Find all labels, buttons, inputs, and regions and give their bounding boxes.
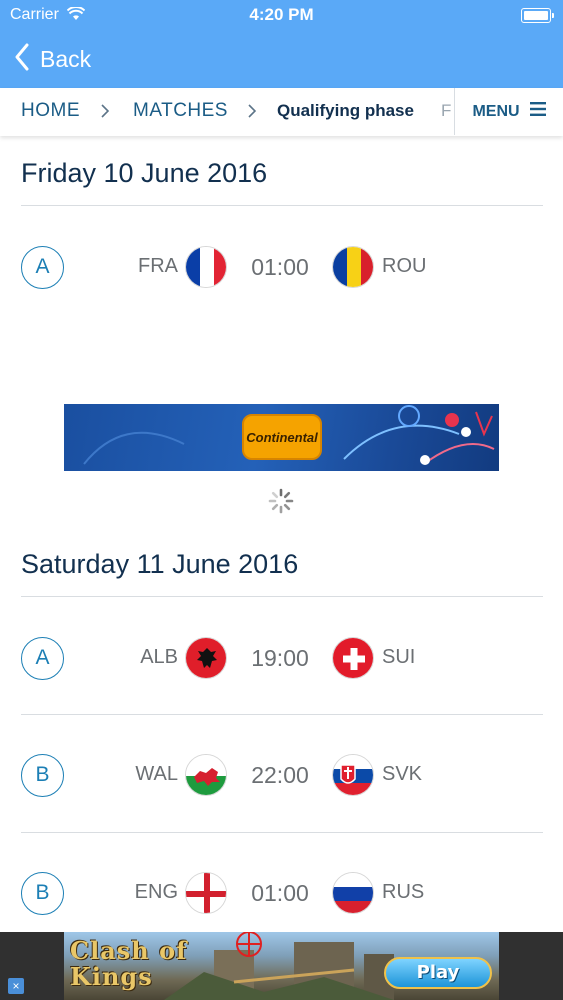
kickoff-time: 19:00	[251, 645, 309, 671]
ad-banner[interactable]: Continental	[64, 404, 499, 471]
slovakia-flag-icon	[332, 754, 374, 796]
away-team: RUS	[382, 881, 425, 903]
hamburger-menu-icon	[529, 102, 546, 121]
wales-flag-icon	[185, 754, 227, 796]
home-team: WAL	[135, 763, 178, 785]
breadcrumb-truncated[interactable]: F	[441, 88, 451, 134]
continental-logo: Continental	[242, 414, 322, 460]
group-badge: A	[21, 637, 64, 680]
loading-spinner-icon	[267, 487, 295, 520]
home-team: ENG	[134, 881, 178, 903]
breadcrumb-matches[interactable]: MATCHES	[133, 88, 228, 134]
chevron-right-icon	[100, 103, 110, 124]
match-row[interactable]: B ENG 01:00 RUS	[0, 864, 563, 924]
back-button[interactable]: Back	[14, 42, 91, 76]
chevron-right-icon	[247, 103, 257, 124]
ad-info-icon[interactable]: ×	[8, 978, 24, 994]
romania-flag-icon	[332, 246, 374, 288]
group-badge: A	[21, 246, 64, 289]
russia-flag-icon	[332, 872, 374, 914]
status-bar: Carrier 4:20 PM	[0, 0, 563, 30]
home-team: ALB	[140, 646, 178, 668]
play-button[interactable]: Play	[384, 957, 492, 989]
away-team: ROU	[382, 255, 427, 277]
france-flag-icon	[185, 246, 227, 288]
match-row[interactable]: B WAL 22:00 SVK	[0, 746, 563, 806]
kickoff-time: 22:00	[251, 762, 309, 788]
divider	[21, 832, 543, 833]
away-team: SVK	[382, 763, 423, 785]
albania-flag-icon	[185, 637, 227, 679]
match-row[interactable]: A ALB 19:00 SUI	[0, 629, 563, 689]
back-label: Back	[40, 45, 92, 72]
group-badge: B	[21, 872, 64, 915]
menu-button[interactable]: MENU	[454, 88, 563, 135]
kickoff-time: 01:00	[251, 254, 309, 280]
divider	[21, 596, 543, 597]
day-heading: Saturday 11 June 2016	[21, 549, 299, 579]
back-chevron-icon	[14, 43, 30, 76]
menu-label: MENU	[472, 102, 520, 120]
match-row[interactable]: A FRA 01:00 ROU	[0, 238, 563, 298]
battery-icon	[521, 8, 554, 23]
kickoff-time: 01:00	[251, 880, 309, 906]
bottom-ad-banner[interactable]: Clash of Kings Play	[0, 932, 563, 1000]
ad-title: Clash of Kings	[70, 936, 188, 991]
breadcrumb-qualifying-phase[interactable]: Qualifying phase	[277, 88, 414, 134]
day-heading: Friday 10 June 2016	[21, 158, 268, 188]
clock: 4:20 PM	[249, 5, 314, 24]
navigation-bar: Back	[0, 30, 563, 88]
home-team: FRA	[138, 255, 178, 277]
breadcrumb-home[interactable]: HOME	[21, 88, 80, 134]
divider	[21, 205, 543, 206]
divider	[21, 714, 543, 715]
group-badge: B	[21, 754, 64, 797]
switzerland-flag-icon	[332, 637, 374, 679]
england-flag-icon	[185, 872, 227, 914]
away-team: SUI	[382, 646, 416, 668]
breadcrumb: HOME MATCHES Qualifying phase F MENU	[0, 88, 563, 136]
ad-image: Clash of Kings Play	[64, 932, 499, 1000]
